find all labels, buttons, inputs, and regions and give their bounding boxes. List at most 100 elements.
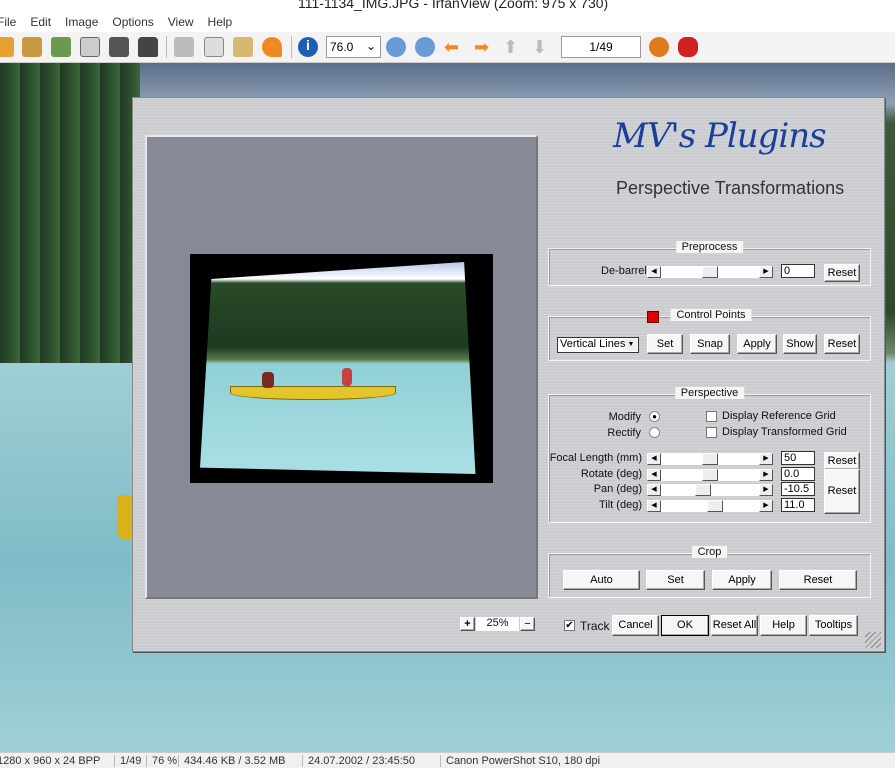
preprocess-group: Preprocess De-barrel ◀ ▶ 0 Reset xyxy=(548,241,871,286)
tilt-slider[interactable]: ◀ ▶ xyxy=(647,499,773,512)
debarrel-value[interactable]: 0 xyxy=(781,264,815,278)
menu-view[interactable]: View xyxy=(161,12,201,32)
info-icon[interactable]: i xyxy=(298,37,318,57)
zoom-out-button[interactable]: − xyxy=(520,617,535,631)
pan-slider[interactable]: ◀ ▶ xyxy=(647,484,773,496)
arrow-right-icon[interactable]: ▶ xyxy=(759,499,773,512)
first-icon[interactable]: ⬆ xyxy=(503,37,523,57)
zoom-out-icon[interactable] xyxy=(415,37,435,57)
about-icon[interactable] xyxy=(678,37,698,57)
next-icon[interactable]: ➡ xyxy=(474,37,494,57)
debarrel-reset-button[interactable]: Reset xyxy=(824,264,860,282)
focal-length-slider[interactable]: ◀ ▶ xyxy=(647,453,773,465)
perspective-plugin-dialog: MV's Plugins Perspective Transformations… xyxy=(132,97,885,652)
menu-edit[interactable]: Edit xyxy=(23,12,58,32)
focal-length-value[interactable]: 50 xyxy=(781,451,815,465)
cp-show-button[interactable]: Show xyxy=(783,334,817,354)
debarrel-slider[interactable]: ◀ ▶ xyxy=(647,266,773,278)
arrow-right-icon[interactable]: ▶ xyxy=(759,266,773,278)
slider-thumb[interactable] xyxy=(702,266,718,278)
track-checkbox[interactable]: ✔ xyxy=(564,620,575,631)
rectify-radio[interactable] xyxy=(649,427,660,438)
crop-set-button[interactable]: Set xyxy=(646,570,705,590)
print-icon[interactable] xyxy=(109,37,129,57)
rectify-label: Rectify xyxy=(607,427,641,439)
cp-apply-button[interactable]: Apply xyxy=(737,334,777,354)
pan-value[interactable]: -10.5 xyxy=(781,482,815,496)
modify-label: Modify xyxy=(608,411,641,423)
arrow-left-icon[interactable]: ◀ xyxy=(647,468,661,481)
paddler xyxy=(342,368,352,386)
arrow-right-icon[interactable]: ▶ xyxy=(759,453,773,465)
crop-reset-button[interactable]: Reset xyxy=(779,570,857,590)
crop-apply-button[interactable]: Apply xyxy=(712,570,772,590)
status-filesize: 434.46 KB / 3.52 MB xyxy=(178,755,286,767)
menu-file[interactable]: File xyxy=(0,12,23,32)
cut-icon[interactable] xyxy=(174,37,194,57)
zoom-select[interactable]: 76.0 ⌄ xyxy=(326,36,381,58)
arrow-left-icon[interactable]: ◀ xyxy=(647,484,661,496)
background-trees xyxy=(0,63,140,363)
paste-icon[interactable] xyxy=(233,37,253,57)
toolbar: i 76.0 ⌄ ⬅ ➡ ⬆ ⬇ 1/49 xyxy=(0,32,895,63)
slider-thumb[interactable] xyxy=(695,484,712,496)
rotate-slider[interactable]: ◀ ▶ xyxy=(647,468,773,481)
save-icon[interactable] xyxy=(80,37,100,57)
options-icon[interactable] xyxy=(649,37,669,57)
slider-thumb[interactable] xyxy=(702,453,718,465)
zoom-in-icon[interactable] xyxy=(386,37,406,57)
pan-label: Pan (deg) xyxy=(593,483,642,495)
cancel-button[interactable]: Cancel xyxy=(612,615,659,636)
rotate-value[interactable]: 0.0 xyxy=(781,466,815,481)
control-points-mode-select[interactable]: Vertical Lines ▼ xyxy=(557,337,639,353)
cp-set-button[interactable]: Set xyxy=(647,334,683,354)
angles-reset-button[interactable]: Reset xyxy=(824,469,860,514)
control-point-color-swatch[interactable] xyxy=(647,311,659,323)
slider-thumb[interactable] xyxy=(702,468,718,481)
menu-options[interactable]: Options xyxy=(105,12,160,32)
copy-icon[interactable] xyxy=(204,37,224,57)
tilt-value[interactable]: 11.0 xyxy=(781,497,815,512)
arrow-left-icon[interactable]: ◀ xyxy=(647,499,661,512)
page-indicator[interactable]: 1/49 xyxy=(561,36,641,58)
status-date: 24.07.2002 / 23:45:50 xyxy=(302,755,415,767)
transformed-photo xyxy=(200,262,476,474)
background-canoe xyxy=(117,495,133,540)
status-dimensions: 1280 x 960 x 24 BPP xyxy=(0,755,101,767)
ok-button[interactable]: OK xyxy=(661,615,709,636)
cp-reset-button[interactable]: Reset xyxy=(824,334,860,354)
last-icon[interactable]: ⬇ xyxy=(532,37,552,57)
cp-snap-button[interactable]: Snap xyxy=(690,334,730,354)
crop-auto-button[interactable]: Auto xyxy=(563,570,640,590)
zoom-in-button[interactable]: + xyxy=(460,617,475,631)
modify-radio[interactable]: ● xyxy=(649,411,660,422)
resize-grip-icon[interactable] xyxy=(865,632,881,648)
arrow-right-icon[interactable]: ▶ xyxy=(759,484,773,496)
thumbnails-icon[interactable] xyxy=(22,37,42,57)
previous-icon[interactable]: ⬅ xyxy=(444,37,464,57)
arrow-left-icon[interactable]: ◀ xyxy=(647,266,661,278)
help-button[interactable]: Help xyxy=(760,615,807,636)
focal-reset-button[interactable]: Reset xyxy=(824,452,860,470)
slideshow-icon[interactable] xyxy=(51,37,71,57)
menu-image[interactable]: Image xyxy=(58,12,105,32)
debarrel-label: De-barrel xyxy=(601,265,647,277)
delete-icon[interactable] xyxy=(138,37,158,57)
undo-icon[interactable] xyxy=(262,37,282,57)
separator xyxy=(166,36,167,58)
arrow-left-icon[interactable]: ◀ xyxy=(647,453,661,465)
status-camera: Canon PowerShot S10, 180 dpi xyxy=(440,755,600,767)
separator xyxy=(291,36,292,58)
reference-grid-checkbox[interactable] xyxy=(706,411,717,422)
menu-help[interactable]: Help xyxy=(201,12,240,32)
group-label: Preprocess xyxy=(675,241,744,253)
transformed-grid-checkbox[interactable] xyxy=(706,427,717,438)
status-bar: 1280 x 960 x 24 BPP 1/49 76 % 434.46 KB … xyxy=(0,752,895,768)
reference-grid-label: Display Reference Grid xyxy=(722,410,836,422)
slider-thumb[interactable] xyxy=(706,499,723,512)
open-icon[interactable] xyxy=(0,37,14,57)
reset-all-button[interactable]: Reset All xyxy=(711,615,758,636)
tooltips-button[interactable]: Tooltips xyxy=(809,615,858,636)
arrow-right-icon[interactable]: ▶ xyxy=(759,468,773,481)
group-label: Perspective xyxy=(674,387,745,399)
